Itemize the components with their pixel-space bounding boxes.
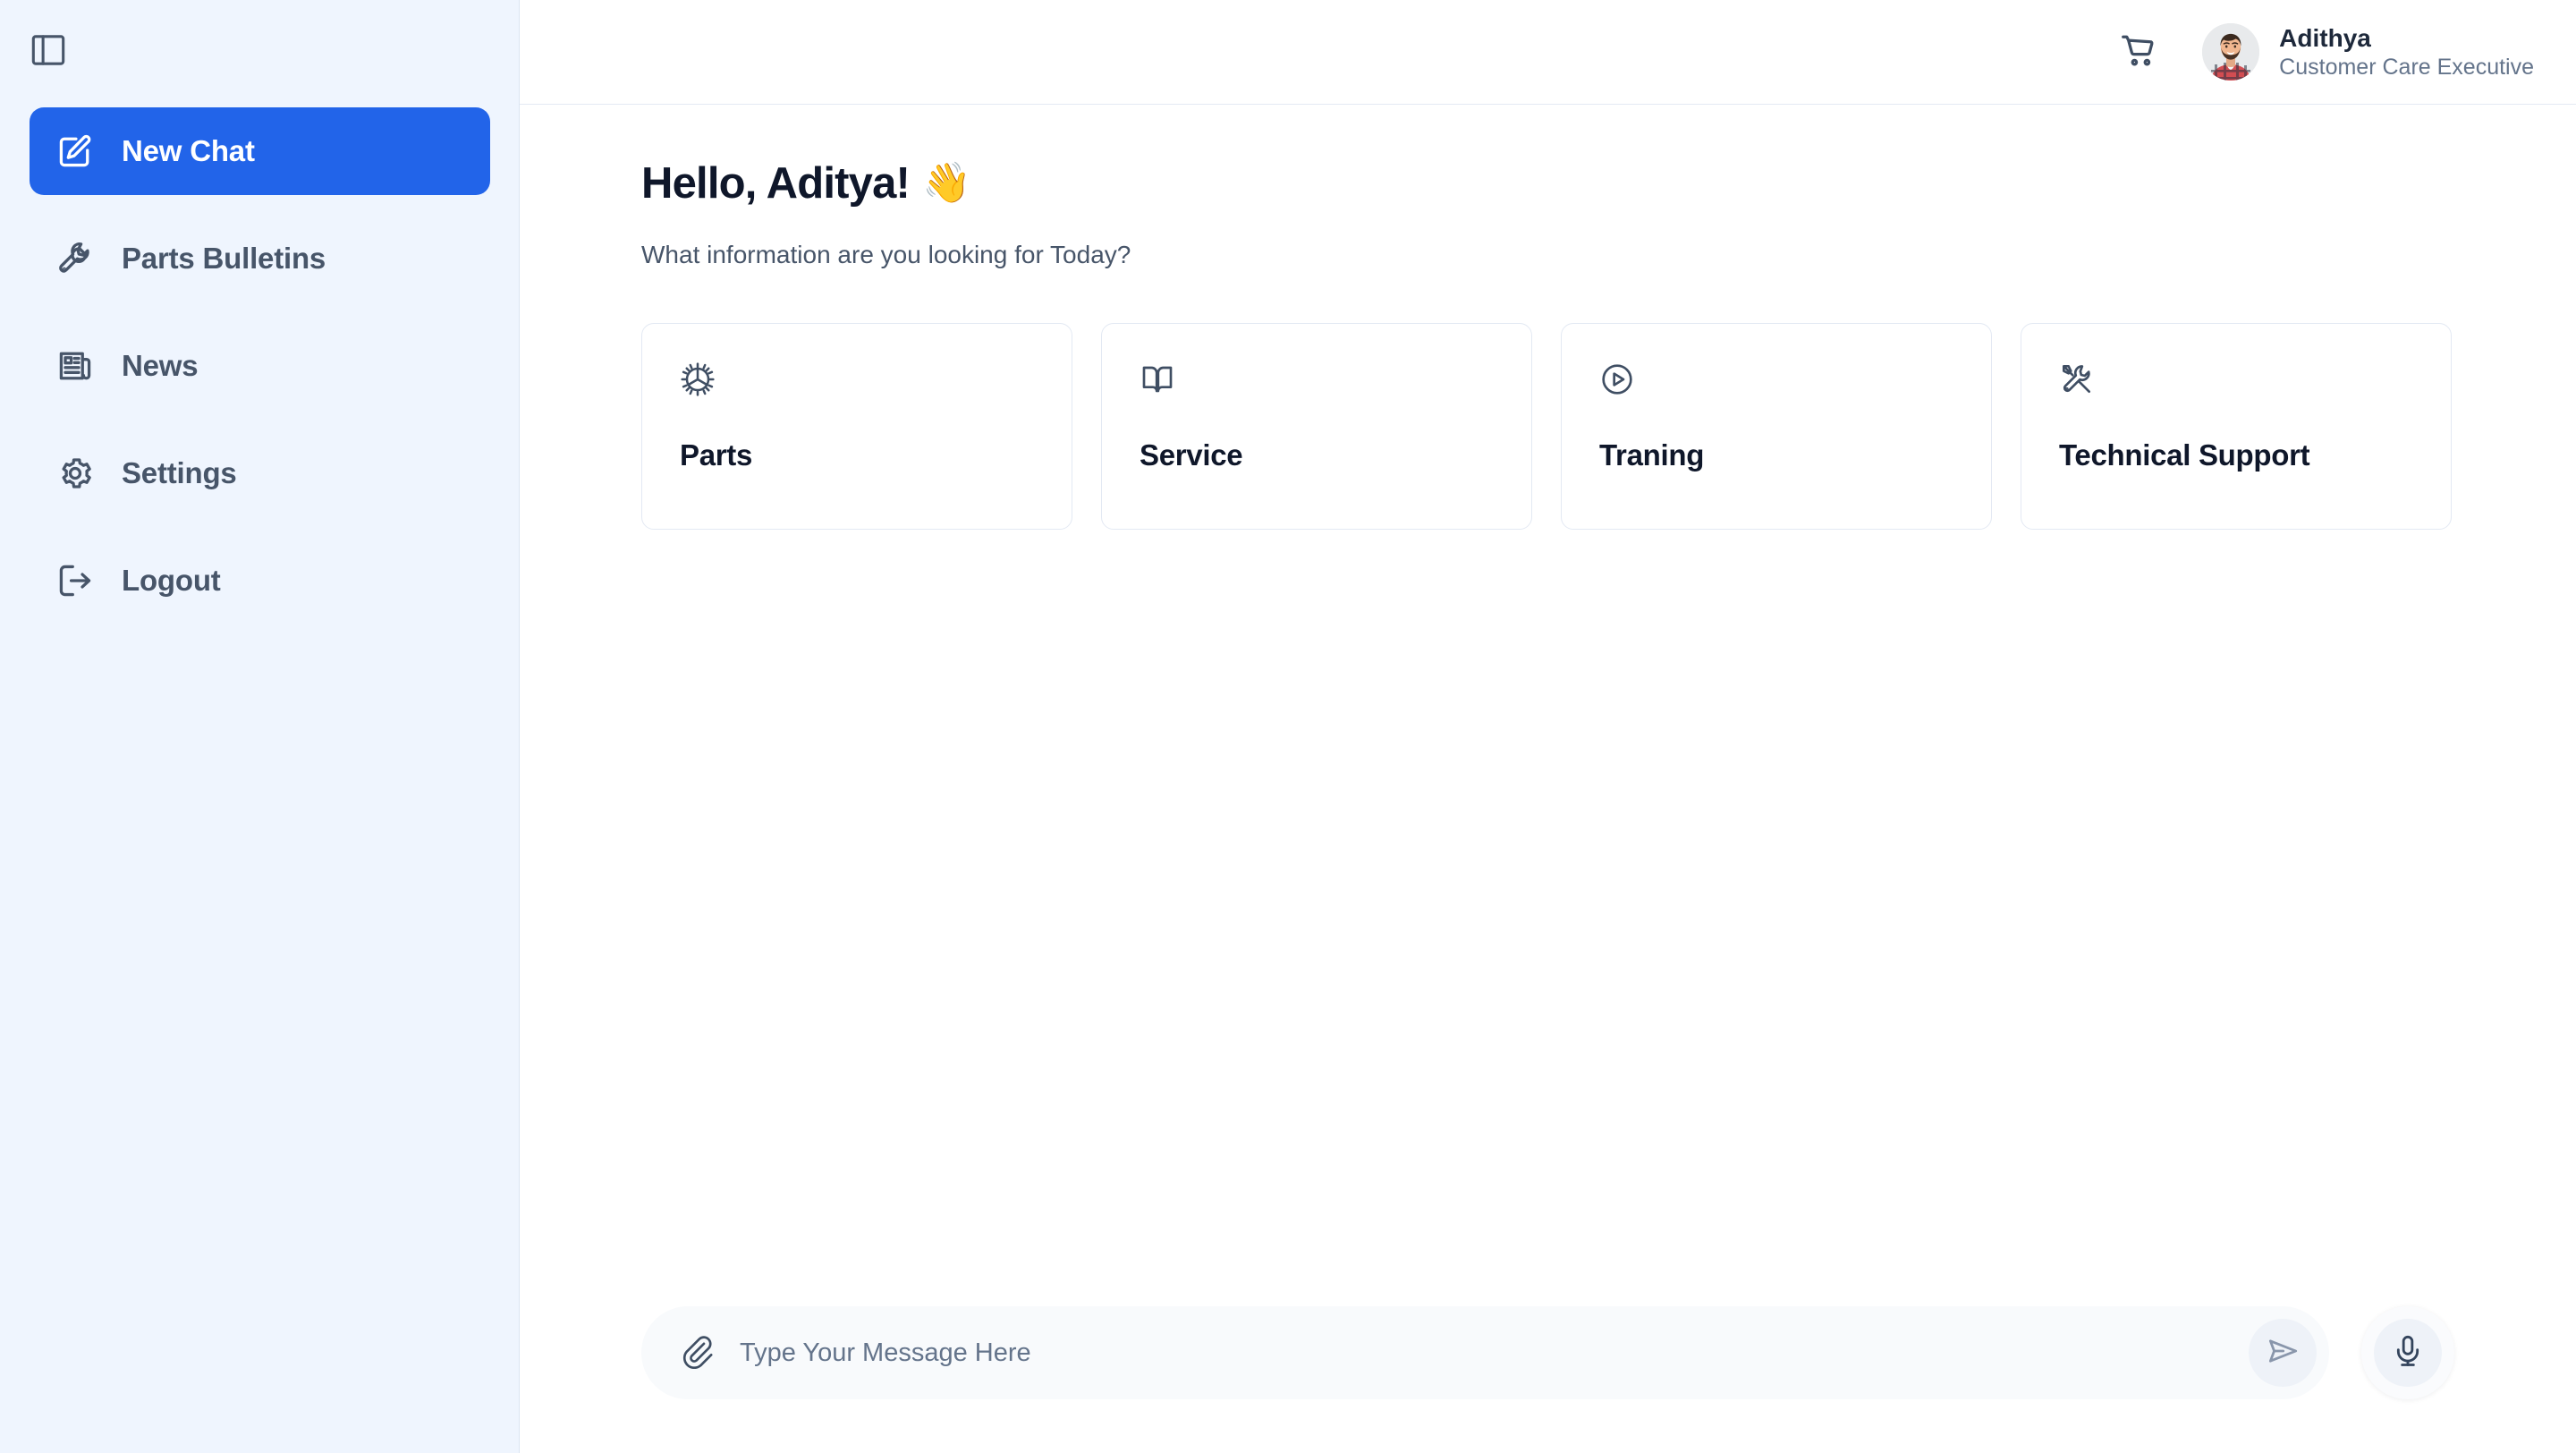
play-circle-icon <box>1599 356 1646 403</box>
microphone-icon <box>2390 1333 2426 1373</box>
card-traning[interactable]: Traning <box>1561 323 1992 530</box>
suggestion-cards: Parts Service Traning Technical Support <box>641 323 2454 530</box>
cart-button[interactable] <box>2111 24 2166 80</box>
newspaper-icon <box>54 344 97 387</box>
sidebar-item-logout[interactable]: Logout <box>30 537 490 625</box>
profile-text: Adithya Customer Care Executive <box>2279 23 2534 81</box>
content-area: Hello, Aditya! 👋 What information are yo… <box>520 105 2576 1453</box>
sidebar-item-settings[interactable]: Settings <box>30 429 490 517</box>
message-composer <box>641 1306 2454 1399</box>
wrench-icon <box>54 237 97 280</box>
main-area: Adithya Customer Care Executive Hello, A… <box>520 0 2576 1453</box>
profile-name: Adithya <box>2279 23 2371 52</box>
greeting-text: Hello, Aditya! <box>641 159 911 208</box>
attach-button[interactable] <box>672 1328 722 1378</box>
user-profile[interactable]: Adithya Customer Care Executive <box>2202 23 2534 81</box>
page-title: Hello, Aditya! 👋 <box>641 158 2454 208</box>
gear-icon <box>54 452 97 495</box>
card-title: Technical Support <box>2059 438 2310 472</box>
search-input[interactable] <box>740 1326 2231 1380</box>
shopping-cart-icon <box>2118 30 2159 75</box>
message-input-shell <box>641 1306 2329 1399</box>
sidebar-item-label: News <box>122 349 199 382</box>
sidebar-item-news[interactable]: News <box>30 322 490 410</box>
card-title: Parts <box>680 438 753 472</box>
sidebar: New Chat Parts Bulletins News Settings L… <box>0 0 520 1453</box>
tools-icon <box>2059 356 2106 403</box>
topbar: Adithya Customer Care Executive <box>520 0 2576 105</box>
sidebar-item-parts-bulletins[interactable]: Parts Bulletins <box>30 215 490 302</box>
sidebar-nav: New Chat Parts Bulletins News Settings L… <box>0 107 520 625</box>
app-root: New Chat Parts Bulletins News Settings L… <box>0 0 2576 1453</box>
page-subtitle: What information are you looking for Tod… <box>641 241 1131 268</box>
send-button[interactable] <box>2249 1319 2317 1387</box>
sidebar-item-label: New Chat <box>122 134 255 167</box>
card-parts[interactable]: Parts <box>641 323 1072 530</box>
card-service[interactable]: Service <box>1101 323 1532 530</box>
sidebar-item-label: Logout <box>122 564 221 597</box>
send-icon <box>2264 1332 2301 1374</box>
cog-icon <box>680 356 726 403</box>
microphone-button[interactable] <box>2361 1306 2454 1399</box>
profile-role: Customer Care Executive <box>2279 54 2534 80</box>
pencil-square-icon <box>54 130 97 173</box>
sidebar-item-new-chat[interactable]: New Chat <box>30 107 490 195</box>
card-technical-support[interactable]: Technical Support <box>2021 323 2452 530</box>
avatar <box>2202 23 2260 81</box>
card-title: Traning <box>1599 438 1705 472</box>
sidebar-toggle-button[interactable] <box>27 30 70 73</box>
mic-inner-circle <box>2374 1319 2442 1387</box>
sidebar-item-label: Parts Bulletins <box>122 242 326 275</box>
paperclip-icon <box>679 1333 715 1373</box>
logout-icon <box>54 559 97 602</box>
open-book-icon <box>1140 356 1186 403</box>
card-title: Service <box>1140 438 1243 472</box>
panel-left-icon <box>31 34 65 70</box>
waving-hand-icon: 👋 <box>922 161 971 205</box>
sidebar-item-label: Settings <box>122 456 237 489</box>
